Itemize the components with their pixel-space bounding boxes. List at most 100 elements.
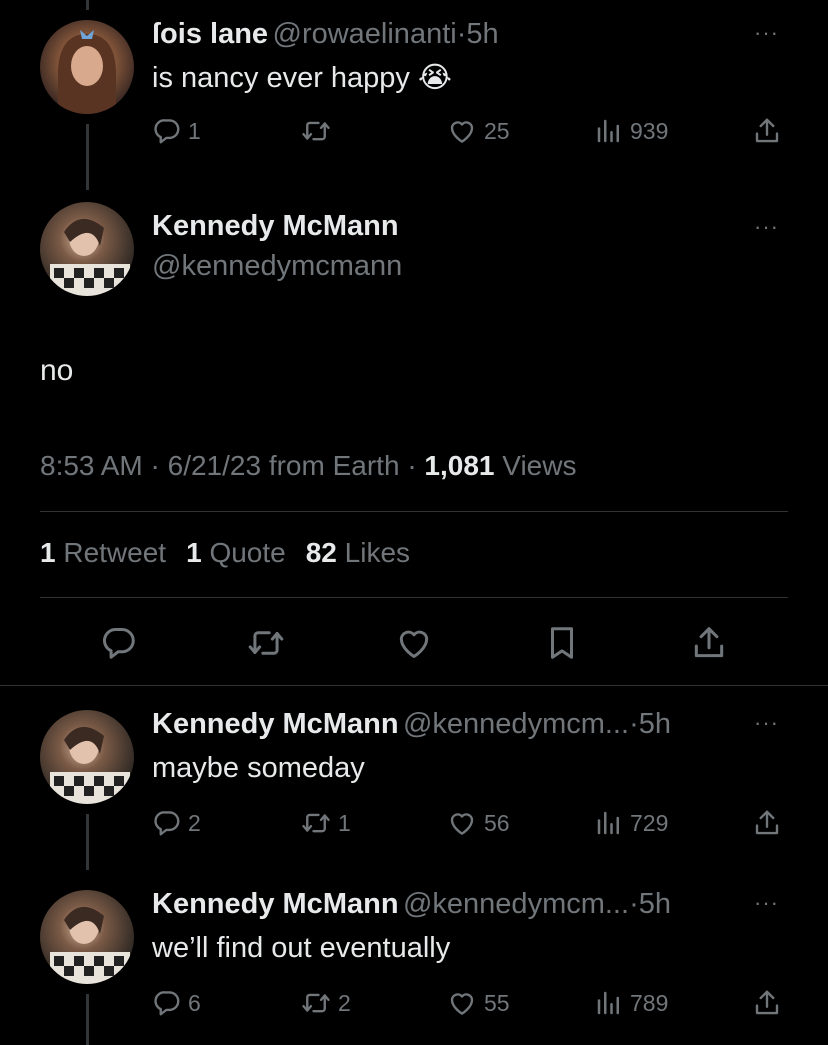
tweet-meta: 8:53 AM · 6/21/23 from Earth · 1,081 Vie… <box>40 450 576 482</box>
timestamp[interactable]: 5h <box>639 708 671 740</box>
reply-count: 6 <box>188 989 201 1016</box>
more-icon[interactable]: ··· <box>754 20 779 46</box>
author-name[interactable]: Kennedy McMann <box>152 888 399 920</box>
views-count: 939 <box>630 117 669 144</box>
views-count: 729 <box>630 809 669 836</box>
retweet-icon <box>300 988 332 1018</box>
avatar[interactable] <box>40 202 134 296</box>
heart-icon <box>394 624 434 662</box>
share-button[interactable] <box>690 624 728 667</box>
author-handle[interactable]: @kennedymcm... <box>403 708 629 740</box>
separator: · <box>629 888 639 920</box>
retweet-button[interactable] <box>246 624 286 667</box>
views-button[interactable]: 939 <box>594 116 668 146</box>
avatar[interactable] <box>40 890 134 984</box>
heart-icon <box>446 988 478 1018</box>
reply-count: 2 <box>188 809 201 836</box>
share-icon <box>752 988 782 1018</box>
share-button[interactable] <box>752 988 782 1018</box>
reply-button[interactable]: 2 <box>152 808 201 838</box>
reply-button[interactable]: 6 <box>152 988 201 1018</box>
bookmark-icon <box>543 624 581 662</box>
tweet-date[interactable]: 6/21/23 <box>168 450 261 481</box>
author-name[interactable]: Kennedy McMann <box>152 210 399 243</box>
quotes-label: Quote <box>209 537 286 568</box>
more-icon[interactable]: ··· <box>754 214 779 240</box>
views-count: 789 <box>630 989 669 1016</box>
heart-icon <box>446 116 478 146</box>
reply-header: Kennedy McMann @kennedymcm...·5h <box>152 708 671 741</box>
avatar-image <box>40 890 134 984</box>
bookmark-button[interactable] <box>543 624 581 667</box>
author-handle[interactable]: @rowaelinanti <box>273 18 457 50</box>
like-button[interactable]: 56 <box>446 808 510 838</box>
reply-icon <box>152 116 182 146</box>
avatar[interactable] <box>40 20 134 114</box>
separator: · <box>456 18 467 50</box>
thread-line <box>86 124 89 190</box>
views-button[interactable]: 789 <box>594 988 668 1018</box>
reply-button[interactable] <box>100 624 138 667</box>
thread-line <box>86 994 89 1045</box>
thread-line <box>86 0 89 10</box>
like-button[interactable]: 25 <box>446 116 510 146</box>
retweet-count: 1 <box>338 809 351 836</box>
like-count: 56 <box>484 809 510 836</box>
retweets-label: Retweet <box>63 537 167 568</box>
separator: · <box>629 708 639 740</box>
share-icon <box>690 624 728 662</box>
retweet-button[interactable] <box>300 116 332 146</box>
like-button[interactable] <box>394 624 434 667</box>
retweet-icon <box>246 624 286 662</box>
divider <box>40 597 788 598</box>
retweets-count: 1 <box>40 537 56 568</box>
views-button[interactable]: 729 <box>594 808 668 838</box>
reply-icon <box>152 808 182 838</box>
tweet-text: we’ll find out eventually <box>152 932 451 964</box>
thread-line <box>86 814 89 870</box>
retweet-icon <box>300 808 332 838</box>
retweet-button[interactable]: 1 <box>300 808 351 838</box>
quotes-count: 1 <box>186 537 202 568</box>
views-icon <box>594 988 624 1018</box>
timestamp[interactable]: 5h <box>466 18 498 50</box>
retweets-stat[interactable]: 1 Retweet <box>40 537 166 569</box>
likes-count: 82 <box>305 537 337 568</box>
heart-icon <box>446 808 478 838</box>
reply-icon <box>100 624 138 662</box>
quotes-stat[interactable]: 1 Quote <box>186 537 286 569</box>
like-count: 55 <box>484 989 510 1016</box>
parent-header: ſois lane @rowaelinanti·5h <box>152 18 499 51</box>
author-name[interactable]: Kennedy McMann <box>152 708 399 740</box>
divider <box>0 685 828 686</box>
separator: · <box>150 450 160 481</box>
avatar[interactable] <box>40 710 134 804</box>
engagement-stats: 1 Retweet 1 Quote 82 Likes <box>40 537 410 569</box>
views-label: Views <box>502 450 577 481</box>
more-icon[interactable]: ··· <box>754 710 779 736</box>
timestamp[interactable]: 5h <box>639 888 671 920</box>
likes-stat[interactable]: 82 Likes <box>306 537 410 569</box>
retweet-button[interactable]: 2 <box>300 988 351 1018</box>
tweet-text-row: is nancy ever happy 😭 <box>152 60 452 95</box>
share-button[interactable] <box>752 116 782 146</box>
more-icon[interactable]: ··· <box>754 890 779 916</box>
reply-button[interactable]: 1 <box>152 116 201 146</box>
tweet-text: no <box>40 354 74 387</box>
divider <box>40 511 788 512</box>
share-icon <box>752 808 782 838</box>
separator: · <box>407 450 417 481</box>
views-icon <box>594 808 624 838</box>
like-button[interactable]: 55 <box>446 988 510 1018</box>
tweet-text: is nancy ever happy <box>152 62 410 94</box>
tweet-time[interactable]: 8:53 AM <box>40 450 143 481</box>
share-button[interactable] <box>752 808 782 838</box>
author-handle[interactable]: @kennedymcm... <box>403 888 629 920</box>
author-handle[interactable]: @kennedymcmann <box>152 250 402 283</box>
views-icon <box>594 116 624 146</box>
reply-header: Kennedy McMann @kennedymcm...·5h <box>152 888 671 921</box>
reply-count: 1 <box>188 117 201 144</box>
tweet-source: from Earth <box>268 450 400 481</box>
author-name[interactable]: ſois lane <box>152 18 268 50</box>
views-count: 1,081 <box>424 450 495 481</box>
